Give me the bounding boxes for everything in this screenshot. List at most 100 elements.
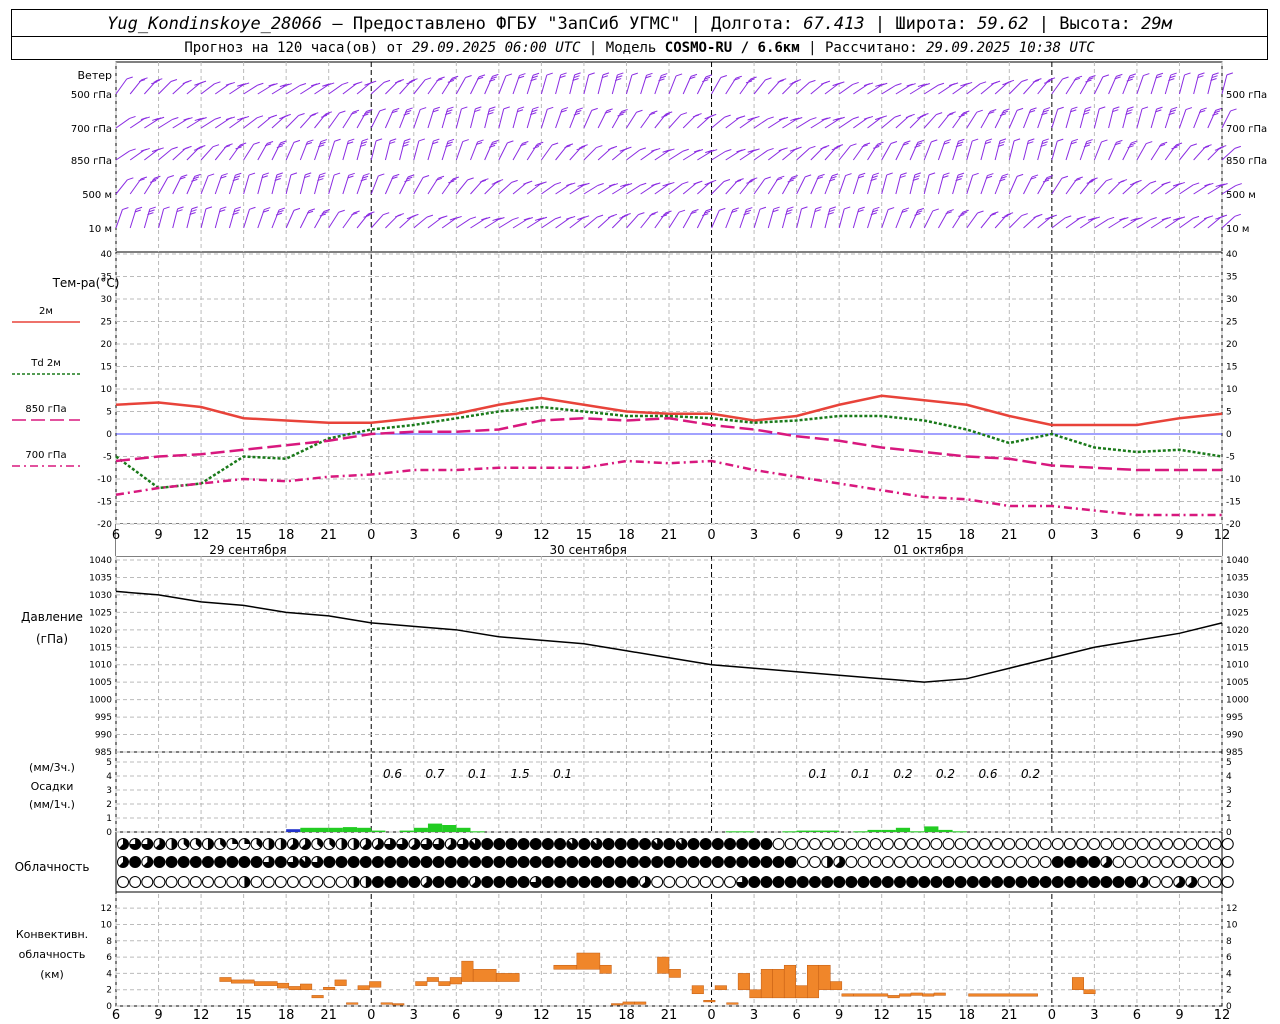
time-tick-label-bottom: 18 [618,1008,635,1023]
wind-barb [200,146,214,161]
wind-barb-flag [1071,106,1078,110]
cloud-circle [772,838,785,850]
cloud-fill-full [372,876,384,888]
wind-barb-flag [1101,139,1108,143]
wind-barb [1136,108,1143,129]
wind-barb-flag [873,206,880,210]
cloud-fill-full [384,876,396,888]
wind-barb [158,177,169,195]
temp-axis-tick: 25 [101,318,112,328]
wind-barb-flag [1200,107,1207,111]
prec-bar [314,827,329,832]
conv-bar [726,1002,739,1005]
cloud-circle [784,838,797,850]
wind-barb [711,77,722,95]
conv-bar [472,969,497,982]
wind-barb-flag [932,208,939,212]
cloud-circle [954,838,967,850]
wind-barb [257,85,272,95]
time-tick-label: 6 [1133,528,1141,543]
prec-bar [952,831,967,833]
cloud-fill-full [1003,876,1015,888]
wind-barb-flag [503,106,510,110]
pres-axis-tick: 995 [95,713,112,723]
wind-barb [1193,184,1208,195]
wind-barb-flag [999,138,1007,142]
time-tick-label-bottom: 15 [916,1008,933,1023]
cloud-fill-partial [232,838,238,844]
cloud-fill-partial [353,876,360,888]
prec-bar [782,831,797,833]
wind-barb [285,174,292,195]
wind-barb-flag [342,81,349,85]
wind-barb [1136,219,1151,229]
wind-barb [129,118,145,129]
cloud-circle [857,856,870,868]
conv-bar [922,993,935,997]
convective-layer [219,952,1096,1006]
wind-barb [229,144,241,161]
wind-barb-flag [129,148,136,152]
wind-barb [597,185,613,195]
cloud-circle [821,838,834,850]
cloud-fill-full [1015,876,1027,888]
wind-barb-flag [702,213,709,217]
wind-barb-flag [362,113,369,117]
pres-axis-tick: 1010 [89,661,112,671]
wind-barb [200,118,216,129]
wind-barb [243,117,258,129]
cloud-layer [117,838,1234,888]
cloud-fill-full [1052,856,1064,868]
wind-barb [923,84,939,95]
cloud-circle [189,876,202,888]
cloud-fill-full [979,876,991,888]
cloud-fill-full [554,838,566,850]
wind-barb [1122,219,1137,229]
cloud-fill-full [226,856,238,868]
wind-barb-flag [787,179,794,183]
cloud-fill-full [785,856,797,868]
conv-axis-tick: 12 [101,904,112,914]
cloud-circle [1221,856,1234,868]
temp-axis-tick: 40 [101,250,113,260]
cloud-fill-full [809,876,821,888]
pres-axis-tick: 1030 [89,591,112,601]
cloud-fill-full [457,876,469,888]
wind-barb-flag [1212,112,1219,116]
wind-barb [938,84,953,95]
pres-title: Давление [21,610,83,624]
prec-bar [853,831,868,833]
prec-bar [924,826,939,832]
temp-axis-tick: 20 [101,340,113,350]
temp-axis-tick-right: 40 [1226,250,1238,260]
cloud-circle [918,856,931,868]
cloud-fill-full [505,838,517,850]
wind-barb-flag [334,138,341,142]
conv-bar [818,964,831,990]
wind-barb-flag [767,147,774,151]
wind-barb-flag [859,172,866,176]
wind-barb [711,210,720,229]
wind-barb [540,144,553,161]
wind-barb-flag [962,209,969,213]
cloud-fill-full [773,876,785,888]
wind-barb-flag [532,106,539,110]
wind-level-label: 500 м [82,190,112,201]
wind-barb [342,212,355,229]
wind-barb-flag [276,172,283,176]
conv-bar [277,982,290,989]
time-tick-label-bottom: 3 [750,1008,758,1023]
conv-bar [737,973,750,990]
cloud-fill-partial [566,838,578,850]
conv-bar [611,1003,624,1006]
cloud-fill-full [627,876,639,888]
wind-barb-flag [914,172,921,176]
wind-barb [200,208,207,229]
wind-barb-flag [990,109,997,112]
pres-axis-tick-right: 1015 [1226,643,1249,653]
cloud-fill-full [627,856,639,868]
conv-bar [634,1001,647,1005]
wind-barb [796,147,810,161]
wind-barb-flag [478,74,486,78]
cloud-fill-full [481,838,493,850]
